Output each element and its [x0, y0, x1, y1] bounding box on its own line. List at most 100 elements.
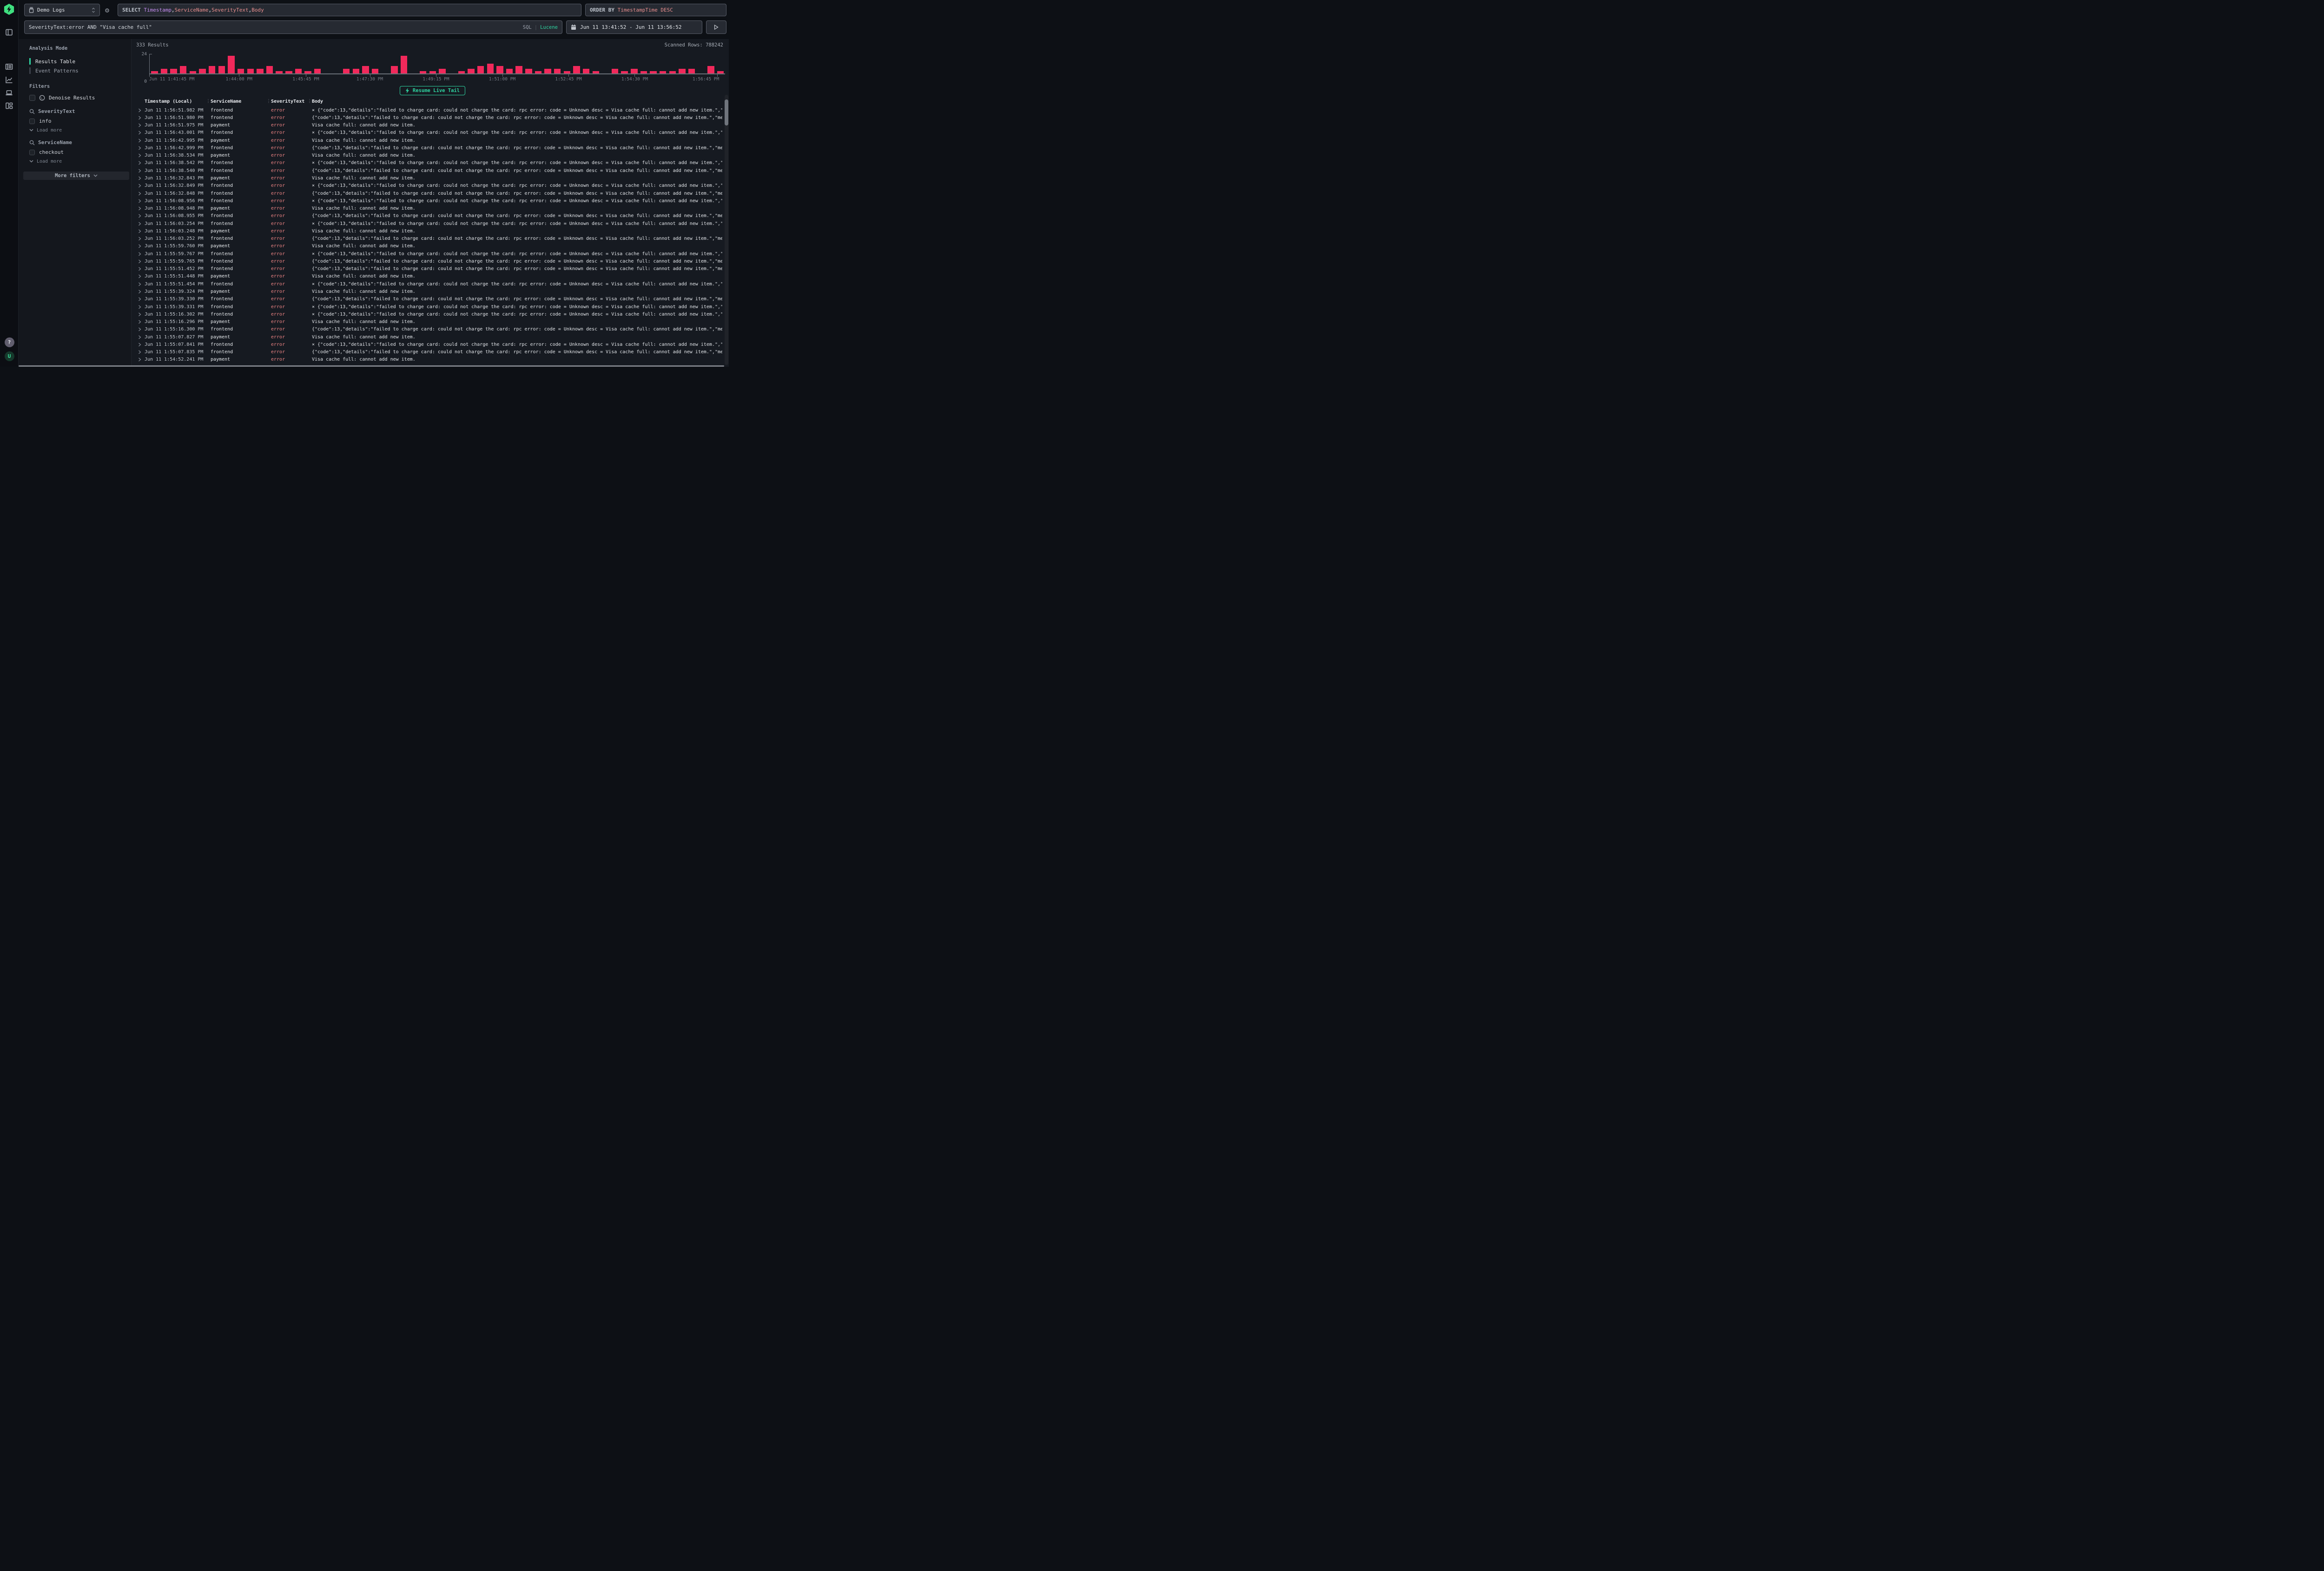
column-header-timestamp[interactable]: Timestamp (Local)	[145, 99, 206, 104]
mode-results-table[interactable]: Results Table	[29, 57, 128, 66]
log-row[interactable]: Jun 11 1:56:42.999 PMfrontenderror{"code…	[136, 144, 729, 152]
filter-group-title[interactable]: SeverityText	[29, 108, 128, 114]
log-row[interactable]: Jun 11 1:55:51.448 PMpaymenterrorVisa ca…	[136, 273, 729, 280]
sessions-icon[interactable]	[5, 89, 13, 97]
run-query-button[interactable]	[706, 20, 726, 34]
histogram-bar[interactable]	[573, 66, 580, 73]
log-row[interactable]: Jun 11 1:56:08.956 PMfrontenderror× {"co…	[136, 197, 729, 205]
histogram-bar[interactable]	[631, 69, 637, 74]
histogram-bar[interactable]	[688, 69, 695, 74]
log-row[interactable]: Jun 11 1:56:42.995 PMpaymenterrorVisa ca…	[136, 137, 729, 144]
histogram-bar[interactable]	[468, 69, 474, 74]
row-expand-chevron[interactable]	[136, 116, 145, 120]
row-expand-chevron[interactable]	[136, 146, 145, 150]
histogram-bar[interactable]	[276, 71, 282, 73]
sidebar-toggle-icon[interactable]	[5, 28, 13, 36]
column-resize-handle[interactable]: ⋮	[307, 99, 312, 104]
sql-toggle[interactable]: SQL	[523, 25, 532, 30]
row-expand-chevron[interactable]	[136, 252, 145, 256]
log-row[interactable]: Jun 11 1:55:39.324 PMpaymenterrorVisa ca…	[136, 288, 729, 295]
column-header-body[interactable]: Body	[312, 99, 722, 104]
histogram-bar[interactable]	[477, 66, 484, 73]
histogram-bar[interactable]	[707, 66, 714, 73]
log-row[interactable]: Jun 11 1:56:03.252 PMfrontenderror{"code…	[136, 235, 729, 243]
histogram-bar[interactable]	[458, 71, 465, 73]
histogram-bar[interactable]	[429, 71, 436, 73]
histogram-bar[interactable]	[151, 71, 158, 73]
row-expand-chevron[interactable]	[136, 350, 145, 354]
log-row[interactable]: Jun 11 1:56:08.948 PMpaymenterrorVisa ca…	[136, 205, 729, 212]
log-row[interactable]: Jun 11 1:55:16.296 PMpaymenterrorVisa ca…	[136, 318, 729, 325]
row-expand-chevron[interactable]	[136, 191, 145, 196]
row-expand-chevron[interactable]	[136, 343, 145, 347]
filter-group-title[interactable]: ServiceName	[29, 139, 128, 145]
row-expand-chevron[interactable]	[136, 161, 145, 165]
column-header-servicename[interactable]: ServiceName	[211, 99, 266, 104]
filter-checkbox[interactable]	[29, 119, 35, 124]
log-row[interactable]: Jun 11 1:56:03.248 PMpaymenterrorVisa ca…	[136, 227, 729, 235]
user-avatar[interactable]: U	[5, 351, 14, 361]
row-expand-chevron[interactable]	[136, 153, 145, 158]
log-row[interactable]: Jun 11 1:56:38.542 PMfrontenderror× {"co…	[136, 159, 729, 167]
row-expand-chevron[interactable]	[136, 176, 145, 180]
histogram-bar[interactable]	[535, 71, 541, 73]
row-expand-chevron[interactable]	[136, 290, 145, 294]
column-header-severitytext[interactable]: SeverityText	[271, 99, 307, 104]
histogram-bar[interactable]	[496, 66, 503, 73]
histogram-bar[interactable]	[650, 71, 656, 73]
row-expand-chevron[interactable]	[136, 139, 145, 143]
filter-option-info[interactable]: info	[29, 118, 128, 124]
load-more-servicename[interactable]: Load more	[29, 159, 128, 164]
row-expand-chevron[interactable]	[136, 169, 145, 173]
log-row[interactable]: Jun 11 1:55:59.765 PMfrontenderror{"code…	[136, 257, 729, 265]
histogram-bar[interactable]	[285, 71, 292, 73]
order-by-input[interactable]: ORDER BY TimestampTime DESC	[585, 4, 726, 16]
histogram-bar[interactable]	[304, 71, 311, 73]
log-row[interactable]: Jun 11 1:55:16.300 PMfrontenderror{"code…	[136, 326, 729, 333]
histogram-bar[interactable]	[564, 71, 570, 73]
log-row[interactable]: Jun 11 1:56:51.975 PMpaymenterrorVisa ca…	[136, 122, 729, 129]
search-input[interactable]: SeverityText:error AND "Visa cache full"	[29, 24, 519, 30]
row-expand-chevron[interactable]	[136, 206, 145, 211]
log-row[interactable]: Jun 11 1:54:52.241 PMpaymenterrorVisa ca…	[136, 356, 729, 363]
histogram-bar[interactable]	[180, 66, 186, 73]
resume-live-tail-button[interactable]: Resume Live Tail	[400, 86, 465, 95]
histogram-bar[interactable]	[612, 69, 618, 74]
histogram-bar[interactable]	[372, 69, 378, 74]
log-row[interactable]: Jun 11 1:55:07.835 PMfrontenderror{"code…	[136, 349, 729, 356]
log-row[interactable]: Jun 11 1:55:16.302 PMfrontenderror× {"co…	[136, 310, 729, 318]
row-expand-chevron[interactable]	[136, 244, 145, 248]
row-expand-chevron[interactable]	[136, 237, 145, 241]
search-logs-icon[interactable]	[5, 63, 13, 71]
row-expand-chevron[interactable]	[136, 131, 145, 135]
histogram-bar[interactable]	[190, 71, 196, 73]
histogram-bar[interactable]	[401, 56, 407, 74]
chart-explorer-icon[interactable]	[5, 76, 13, 84]
histogram-bar[interactable]	[170, 69, 177, 74]
histogram-bar[interactable]	[621, 71, 627, 73]
histogram-bar[interactable]	[238, 69, 244, 74]
row-expand-chevron[interactable]	[136, 305, 145, 309]
histogram-bar[interactable]	[209, 66, 215, 73]
row-expand-chevron[interactable]	[136, 327, 145, 331]
log-row[interactable]: Jun 11 1:56:51.980 PMfrontenderror{"code…	[136, 114, 729, 121]
horizontal-scrollbar-thumb[interactable]	[19, 365, 724, 367]
denoise-checkbox[interactable]	[29, 95, 35, 101]
select-query-input[interactable]: SELECT Timestamp, ServiceName, SeverityT…	[118, 4, 581, 16]
column-resize-handle[interactable]: ⋮	[266, 99, 271, 104]
histogram-bar[interactable]	[420, 71, 426, 73]
app-logo[interactable]	[4, 4, 14, 15]
histogram-bar[interactable]	[439, 69, 445, 74]
histogram-bar[interactable]	[525, 69, 532, 74]
filter-option-checkout[interactable]: checkout	[29, 149, 128, 155]
log-row[interactable]: Jun 11 1:56:51.982 PMfrontenderror× {"co…	[136, 106, 729, 114]
row-expand-chevron[interactable]	[136, 222, 145, 226]
more-filters-button[interactable]: More filters	[23, 172, 129, 180]
histogram-bar[interactable]	[353, 69, 359, 74]
histogram-bar[interactable]	[199, 69, 205, 74]
log-row[interactable]: Jun 11 1:55:59.760 PMpaymenterrorVisa ca…	[136, 243, 729, 250]
row-expand-chevron[interactable]	[136, 259, 145, 264]
gear-icon[interactable]: ⚙	[105, 7, 112, 14]
log-row[interactable]: Jun 11 1:56:08.955 PMfrontenderror{"code…	[136, 212, 729, 220]
log-row[interactable]: Jun 11 1:55:07.841 PMfrontenderror× {"co…	[136, 341, 729, 348]
